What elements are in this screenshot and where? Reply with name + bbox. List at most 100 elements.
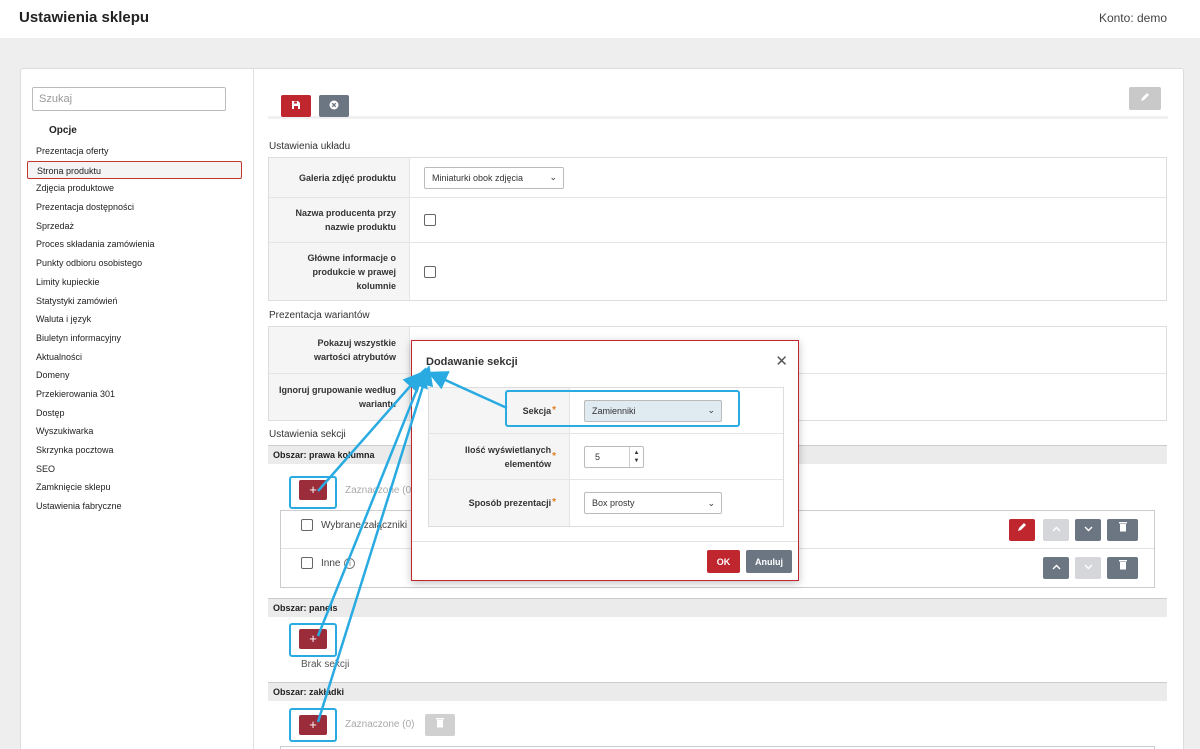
variants-title: Prezentacja wariantów [269,310,370,321]
producer-checkbox[interactable] [424,214,436,226]
sidebar: Opcje Prezentacja ofertyStrona produktuZ… [21,69,254,749]
count-value: 5 [595,451,601,462]
chevron-down-icon: ⌄ [549,172,557,182]
count-field-label: Ilość wyświetlanych elementów [465,444,552,469]
sidebar-item[interactable]: Wyszukiwarka [21,422,254,441]
dialog-footer: OK Anuluj [412,541,798,580]
move-up-button[interactable] [1043,519,1069,541]
cancel-button[interactable] [319,95,349,117]
cancel-icon [329,100,339,109]
sidebar-item[interactable]: Limity kupieckie [21,273,254,292]
sidebar-item[interactable]: Statystyki zamówień [21,292,254,311]
required-mark: * [552,497,556,508]
top-bar: Ustawienia sklepu Konto: demo [0,0,1200,38]
sidebar-heading: Opcje [49,125,77,136]
no-sections-text: Brak sekcji [301,659,350,670]
trash-icon [1118,522,1127,532]
sidebar-item[interactable]: Aktualności [21,348,254,367]
trash-icon [436,718,444,728]
delete-section-button[interactable] [1107,557,1138,579]
required-mark: * [552,450,556,462]
section-checkbox[interactable] [301,519,313,531]
search-input[interactable] [32,87,226,111]
add-section-dialog: Dodawanie sekcji ✕ Sekcja * Zamienniki ⌄ … [411,340,799,581]
section-checkbox[interactable] [301,557,313,569]
sidebar-item[interactable]: Strona produktu [27,160,242,180]
selected-count-right: Zaznaczone (0) [345,485,415,496]
layout-settings-title: Ustawienia układu [269,141,351,152]
count-row: Ilość wyświetlanych elementów * 5 ▲ ▼ [429,434,783,480]
sidebar-item[interactable]: Zamknięcie sklepu [21,478,254,497]
gallery-select-value: Miniaturki obok zdjęcia [432,172,524,183]
presentation-row: Sposób prezentacji * Box prosty ⌄ [429,480,783,526]
sections-title: Ustawienia sekcji [269,429,346,440]
add-section-button-tabs[interactable]: + [299,715,327,735]
delete-selected-button[interactable] [425,714,455,736]
main-info-checkbox[interactable] [424,265,436,278]
chevron-down-icon: ⌄ [707,497,715,508]
info-icon[interactable]: i [344,558,356,569]
pencil-icon [1141,93,1149,101]
area-tabs-header: Obszar: zakładki [268,682,1167,701]
chevron-up-icon [1052,526,1060,532]
sidebar-item[interactable]: Ustawienia fabryczne [21,497,254,516]
layout-settings-form: Galeria zdjęć produktu Miniaturki obok z… [268,157,1167,301]
selected-count-tabs: Zaznaczone (0) [345,719,415,730]
sidebar-item[interactable]: Zdjęcia produktowe [21,179,254,198]
edit-button[interactable] [1129,87,1161,110]
sidebar-item[interactable]: SEO [21,460,254,479]
save-icon [292,100,300,109]
move-down-button[interactable] [1075,557,1101,579]
producer-label: Nazwa producenta przy nazwie produktu [269,198,410,242]
sidebar-item[interactable]: Dostęp [21,404,254,423]
sidebar-list: Prezentacja oferty Strona produktu Zdjęcia… [21,142,254,516]
sidebar-item[interactable]: Proces składania zamówienia [21,235,254,254]
sidebar-item[interactable]: Punkty odbioru osobistego [21,254,254,273]
show-all-label: Pokazuj wszystkie wartości atrybutów [269,327,410,373]
sidebar-item[interactable]: Przekierowania 301 [21,385,254,404]
toolbar [268,87,1168,119]
area-panels-header: Obszar: panels [268,598,1167,617]
dialog-cancel-button[interactable]: Anuluj [746,550,792,573]
sidebar-item[interactable]: Sprzedaż [21,217,254,236]
delete-section-button[interactable] [1107,519,1138,541]
save-button[interactable] [281,95,311,117]
sidebar-item[interactable]: Domeny [21,366,254,385]
edit-section-button[interactable] [1009,519,1035,541]
sidebar-item[interactable]: Skrzynka pocztowa [21,441,254,460]
section-label: Wybrane załączniki [321,520,408,531]
increment-icon[interactable]: ▲ [634,449,640,457]
count-stepper[interactable]: 5 ▲ ▼ [584,445,644,468]
sidebar-item[interactable]: Biuletyn informacyjny [21,329,254,348]
gallery-label: Galeria zdjęć produktu [269,158,410,197]
producer-row: Nazwa producenta przy nazwie produktu [269,198,1166,243]
main-info-label: Główne informacje o produkcie w prawej k… [269,243,410,300]
add-section-button-panels[interactable]: + [299,629,327,649]
sidebar-item[interactable]: Prezentacja oferty [21,142,254,161]
ok-button[interactable]: OK [707,550,740,573]
account-label[interactable]: Konto: demo [1099,11,1167,25]
trash-icon [1118,560,1127,570]
presentation-select[interactable]: Box prosty ⌄ [584,492,722,514]
move-down-button[interactable] [1075,519,1101,541]
close-icon[interactable]: ✕ [775,354,788,369]
add-section-button-right[interactable]: + [299,480,327,500]
ignore-label: Ignoruj grupowanie według wariantu [269,374,410,420]
dialog-title: Dodawanie sekcji [426,356,518,368]
app-title: Ustawienia sklepu [19,9,150,26]
section-label: Inne [321,558,341,569]
sidebar-item[interactable]: Prezentacja dostępności [21,198,254,217]
chevron-down-icon [1084,526,1092,532]
presentation-field-label: Sposób prezentacji [468,498,552,508]
chevron-down-icon [1084,564,1092,570]
gallery-select[interactable]: Miniaturki obok zdjęcia ⌄ [424,166,564,189]
move-up-button[interactable] [1043,557,1069,579]
pencil-icon [1018,523,1026,531]
decrement-icon[interactable]: ▼ [634,457,640,465]
presentation-select-value: Box prosty [592,498,635,508]
section-field-highlight [505,390,740,427]
sidebar-item[interactable]: Waluta i język [21,310,254,329]
gallery-row: Galeria zdjęć produktu Miniaturki obok z… [269,158,1166,198]
chevron-up-icon [1052,564,1060,570]
main-info-row: Główne informacje o produkcie w prawej k… [269,243,1166,300]
